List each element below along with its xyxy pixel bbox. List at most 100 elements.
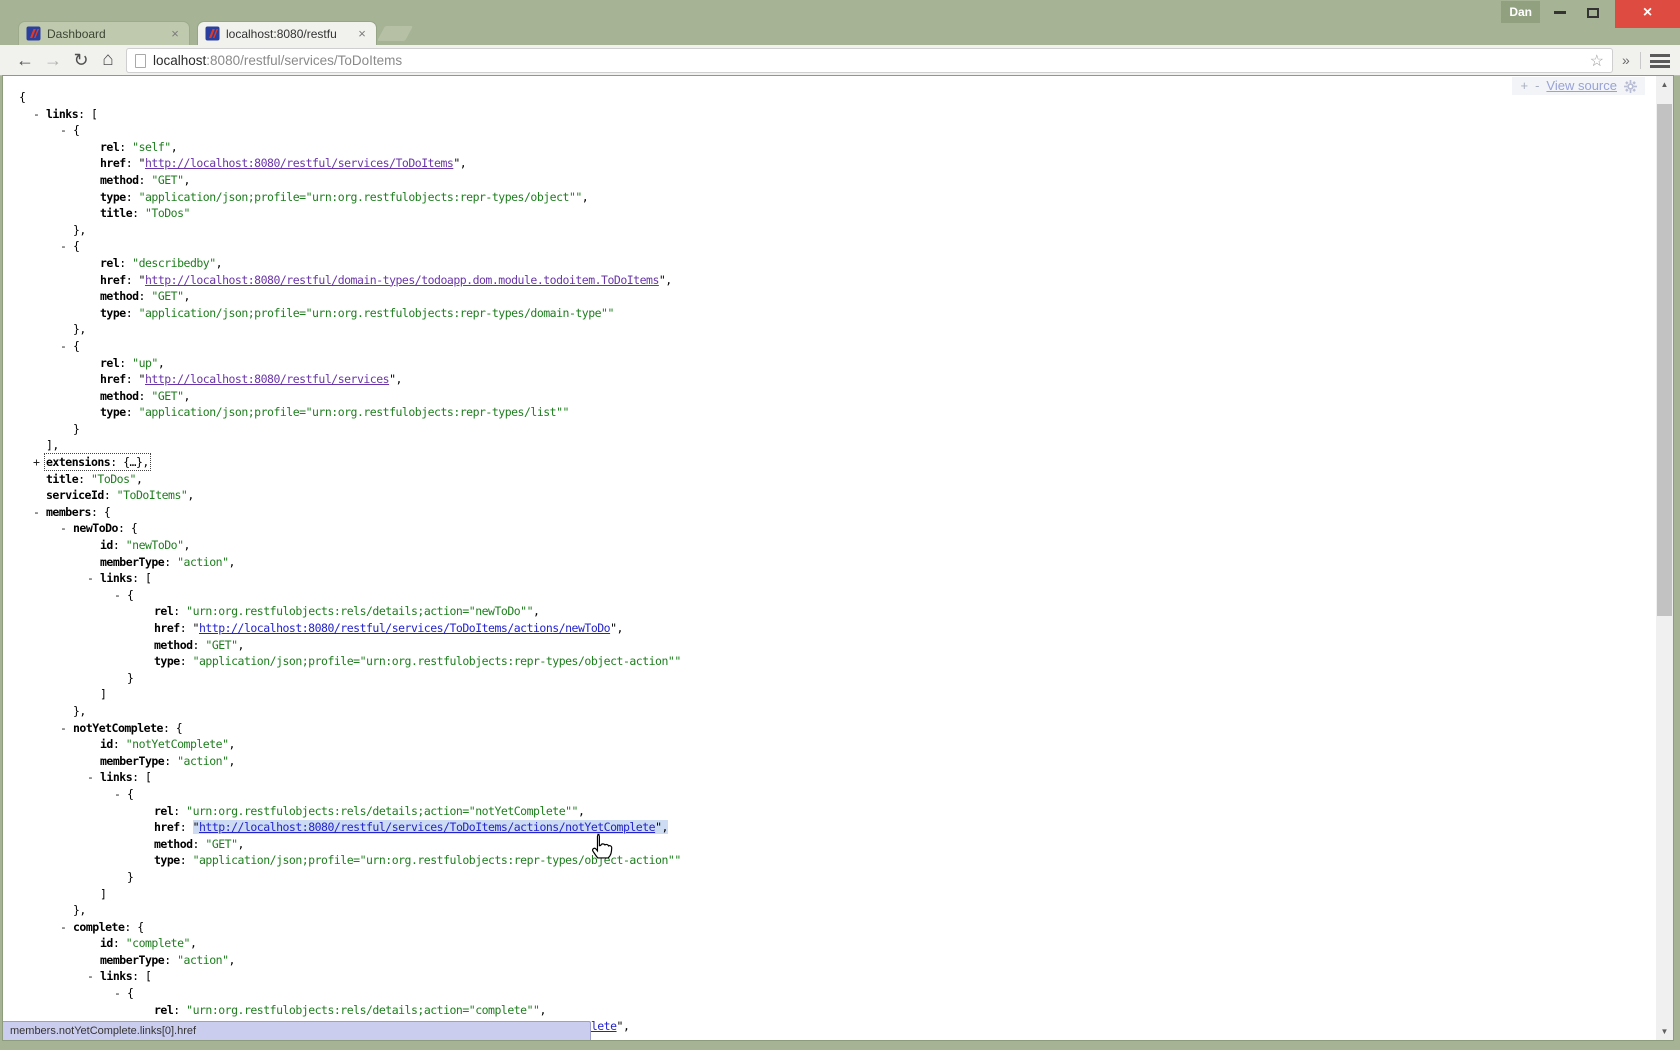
json-key: href [100, 156, 126, 170]
json-punct: { [73, 123, 79, 137]
json-line: { [3, 89, 1656, 106]
json-punct: : " [126, 156, 145, 170]
json-punct: : " [126, 372, 145, 386]
menu-button[interactable] [1650, 54, 1670, 68]
collapse-toggle-icon[interactable]: - [114, 786, 120, 803]
json-string: "notYetComplete" [126, 737, 229, 751]
tab-dashboard[interactable]: Dashboard × [18, 21, 190, 45]
forward-button[interactable]: → [40, 48, 66, 73]
collapse-toggle-icon[interactable]: - [60, 919, 66, 936]
json-line: memberType: "action", [3, 952, 1656, 969]
json-line: -{ [3, 985, 1656, 1002]
profile-name-badge[interactable]: Dan [1501, 1, 1540, 23]
scroll-up-icon[interactable]: ▲ [1656, 76, 1673, 93]
json-punct: : [164, 953, 177, 967]
reload-button[interactable]: ↻ [68, 48, 94, 73]
json-link-visited[interactable]: http://localhost:8080/restful/services [145, 372, 389, 386]
expand-toggle-icon[interactable]: + [33, 454, 39, 471]
back-button[interactable]: ← [12, 48, 38, 73]
json-line: rel: "up", [3, 355, 1656, 372]
json-line: -members: { [3, 504, 1656, 521]
extensions-overflow-icon[interactable]: » [1622, 52, 1630, 68]
collapse-toggle-icon[interactable]: - [87, 968, 93, 985]
scroll-down-icon[interactable]: ▼ [1656, 1023, 1673, 1040]
expand-all-button[interactable]: + [1520, 77, 1528, 95]
url-host: localhost [153, 53, 206, 68]
json-line: memberType: "action", [3, 753, 1656, 770]
favicon-icon [205, 26, 220, 41]
collapse-toggle-icon[interactable]: - [60, 338, 66, 355]
json-line: title: "ToDos" [3, 205, 1656, 222]
json-punct: : [180, 654, 193, 668]
json-key: rel [154, 604, 173, 618]
json-line: -links: [ [3, 968, 1656, 985]
json-line: memberType: "action", [3, 554, 1656, 571]
json-punct: : [173, 1003, 186, 1017]
home-button[interactable]: ⌂ [95, 48, 121, 73]
json-string: "application/json;profile="urn:org.restf… [193, 654, 681, 668]
json-link-visited[interactable]: http://localhost:8080/restful/domain-typ… [145, 273, 659, 287]
json-punct: , [582, 190, 588, 204]
scrollbar-thumb[interactable] [1657, 104, 1672, 616]
collapse-toggle-icon[interactable]: - [60, 238, 66, 255]
json-punct: : [113, 737, 126, 751]
tab-close-icon[interactable]: × [355, 26, 369, 41]
minimize-button[interactable] [1543, 0, 1577, 28]
bookmark-star-icon[interactable]: ☆ [1590, 51, 1604, 71]
json-key: type [154, 654, 180, 668]
json-punct: : [ [132, 571, 151, 585]
json-string: "urn:org.restfulobjects:rels/details;act… [186, 604, 533, 618]
tab-close-icon[interactable]: × [168, 26, 182, 41]
collapse-toggle-icon[interactable]: - [87, 570, 93, 587]
json-line: type: "application/json;profile="urn:org… [3, 653, 1656, 670]
json-line: href: "http://localhost:8080/restful/ser… [3, 819, 1656, 836]
json-key: newToDo [73, 521, 118, 535]
json-key: links [100, 571, 132, 585]
json-punct: : [126, 405, 139, 419]
collapse-toggle-icon[interactable]: - [60, 122, 66, 139]
collapse-all-button[interactable]: - [1535, 77, 1539, 95]
new-tab-button[interactable] [377, 26, 413, 41]
json-punct: { [127, 787, 133, 801]
json-punct: }, [73, 322, 86, 336]
url-text[interactable]: localhost:8080/restful/services/ToDoItem… [153, 53, 402, 68]
vertical-scrollbar[interactable]: ▲ ▼ [1656, 76, 1673, 1040]
json-line: -{ [3, 338, 1656, 355]
collapse-toggle-icon[interactable]: - [33, 504, 39, 521]
collapse-toggle-icon[interactable]: - [87, 769, 93, 786]
json-punct: , [533, 604, 539, 618]
json-key: notYetComplete [73, 721, 163, 735]
maximize-icon [1587, 8, 1599, 18]
json-line: type: "application/json;profile="urn:org… [3, 404, 1656, 421]
json-string: "urn:org.restfulobjects:rels/details;act… [186, 1003, 539, 1017]
collapse-toggle-icon[interactable]: - [114, 587, 120, 604]
tab-localhost[interactable]: localhost:8080/restfu × [197, 21, 377, 45]
collapse-toggle-icon[interactable]: - [33, 106, 39, 123]
toolbar-divider [1640, 52, 1641, 69]
json-string: "application/json;profile="urn:org.restf… [139, 405, 569, 419]
json-key: rel [100, 140, 119, 154]
maximize-button[interactable] [1576, 0, 1610, 28]
json-link[interactable]: http://localhost:8080/restful/services/T… [199, 820, 655, 834]
json-string: "GET" [205, 837, 237, 851]
collapse-toggle-icon[interactable]: - [114, 985, 120, 1002]
collapse-toggle-icon[interactable]: - [60, 720, 66, 737]
json-punct: : [139, 173, 152, 187]
collapse-toggle-icon[interactable]: - [60, 520, 66, 537]
json-punct: : [104, 488, 117, 502]
json-key: method [100, 289, 139, 303]
json-key: rel [100, 256, 119, 270]
json-string: "ToDoItems" [117, 488, 188, 502]
json-punct: : {…}, [110, 455, 149, 469]
view-source-link[interactable]: View source [1546, 77, 1617, 95]
json-punct: { [73, 239, 79, 253]
json-link-visited[interactable]: http://localhost:8080/restful/services/T… [145, 156, 453, 170]
json-line: ] [3, 686, 1656, 703]
json-punct: : [173, 604, 186, 618]
close-button[interactable]: × [1615, 0, 1680, 28]
gear-icon[interactable] [1624, 80, 1637, 93]
address-bar[interactable]: localhost:8080/restful/services/ToDoItem… [126, 48, 1613, 73]
json-link[interactable]: http://localhost:8080/restful/services/T… [199, 621, 610, 635]
json-line: method: "GET", [3, 288, 1656, 305]
json-punct: } [127, 671, 133, 685]
